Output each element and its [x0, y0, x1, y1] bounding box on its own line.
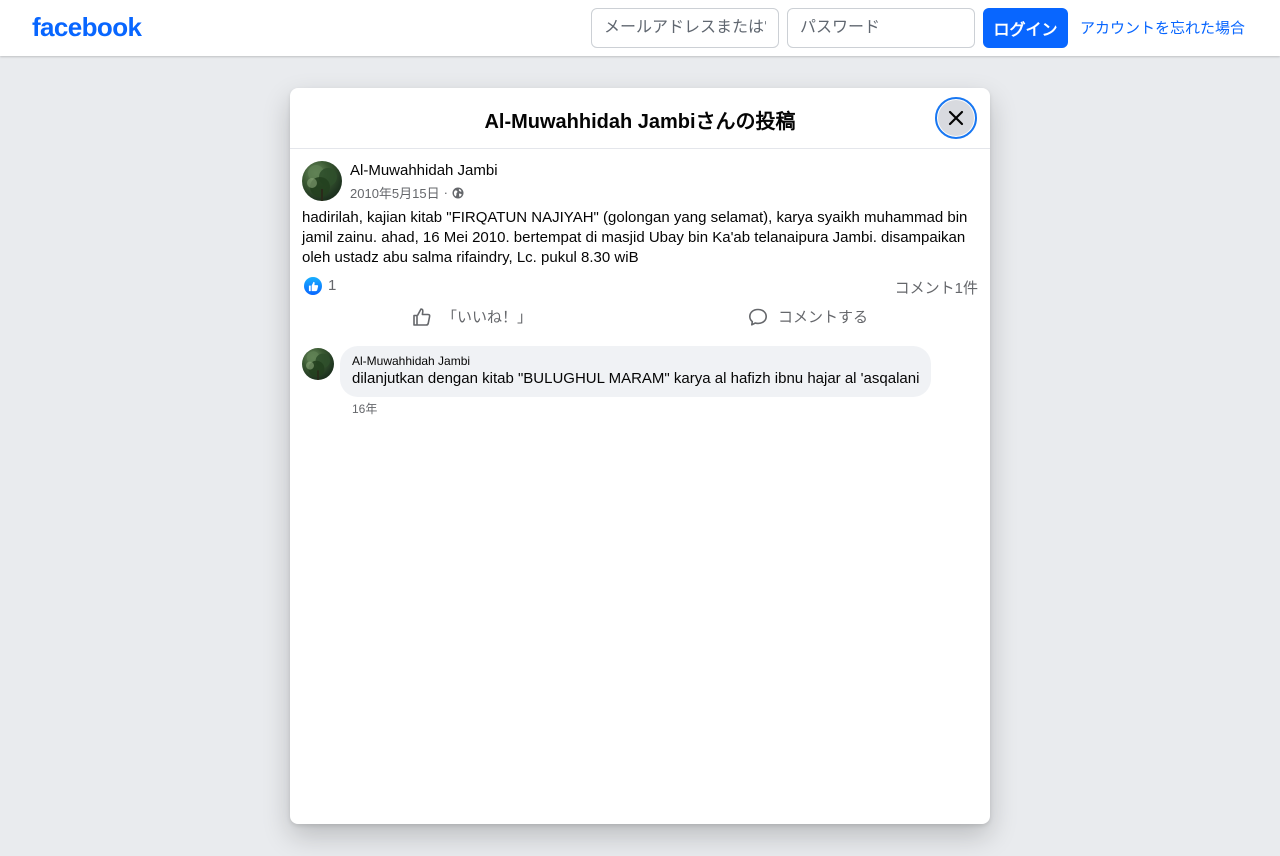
post-text: hadirilah, kajian kitab "FIRQATUN NAJIYA…	[302, 209, 968, 266]
password-field[interactable]	[787, 8, 975, 48]
post-actions: 「いいね！」 コメントする	[302, 304, 978, 332]
close-icon	[948, 110, 964, 126]
post-dialog: Al-Muwahhidah Jambiさんの投稿 Al-Muwahhidah J…	[290, 88, 990, 824]
comment-text: dilanjutkan dengan kitab "BULUGHUL MARAM…	[352, 370, 920, 387]
post-header: Al-Muwahhidah Jambi 2010年5月15日 ·	[302, 161, 972, 201]
meta-separator: ·	[443, 185, 448, 200]
facebook-logo[interactable]: facebook	[32, 12, 142, 43]
post-meta: 2010年5月15日 ·	[350, 183, 464, 202]
post-author-name[interactable]: Al-Muwahhidah Jambi	[350, 162, 498, 179]
post-date[interactable]: 2010年5月15日	[350, 183, 440, 202]
dialog-header: Al-Muwahhidah Jambiさんの投稿	[290, 88, 990, 149]
comment-avatar[interactable]	[302, 348, 334, 380]
email-field[interactable]	[591, 8, 779, 48]
comment-icon	[749, 308, 767, 326]
like-button[interactable]: 「いいね！」	[412, 306, 532, 327]
comment-author[interactable]: Al-Muwahhidah Jambi	[352, 353, 919, 369]
globe-icon	[452, 187, 464, 198]
forgot-account-link[interactable]: アカウントを忘れた場合	[1080, 17, 1245, 38]
like-button-label: 「いいね！」	[442, 309, 533, 326]
comment-count[interactable]: コメント1件	[895, 277, 978, 298]
login-button[interactable]: ログイン	[983, 8, 1068, 48]
comment-bubble: Al-Muwahhidah Jambi dilanjutkan dengan k…	[340, 346, 932, 397]
like-reaction-icon[interactable]	[304, 277, 322, 295]
close-button[interactable]	[935, 97, 977, 139]
dialog-title: Al-Muwahhidah Jambiさんの投稿	[484, 111, 796, 133]
top-navigation-bar: facebook ログイン アカウントを忘れた場合	[0, 0, 1280, 56]
comment-button-label: コメントする	[778, 309, 869, 326]
thumbs-up-icon	[413, 307, 431, 326]
reaction-count[interactable]: 1	[328, 277, 336, 294]
reactions-bar: 1 コメント1件	[302, 276, 978, 298]
comment-timestamp[interactable]: 16年	[352, 400, 377, 417]
comment-button[interactable]: コメントする	[748, 306, 868, 327]
avatar[interactable]	[302, 161, 342, 201]
